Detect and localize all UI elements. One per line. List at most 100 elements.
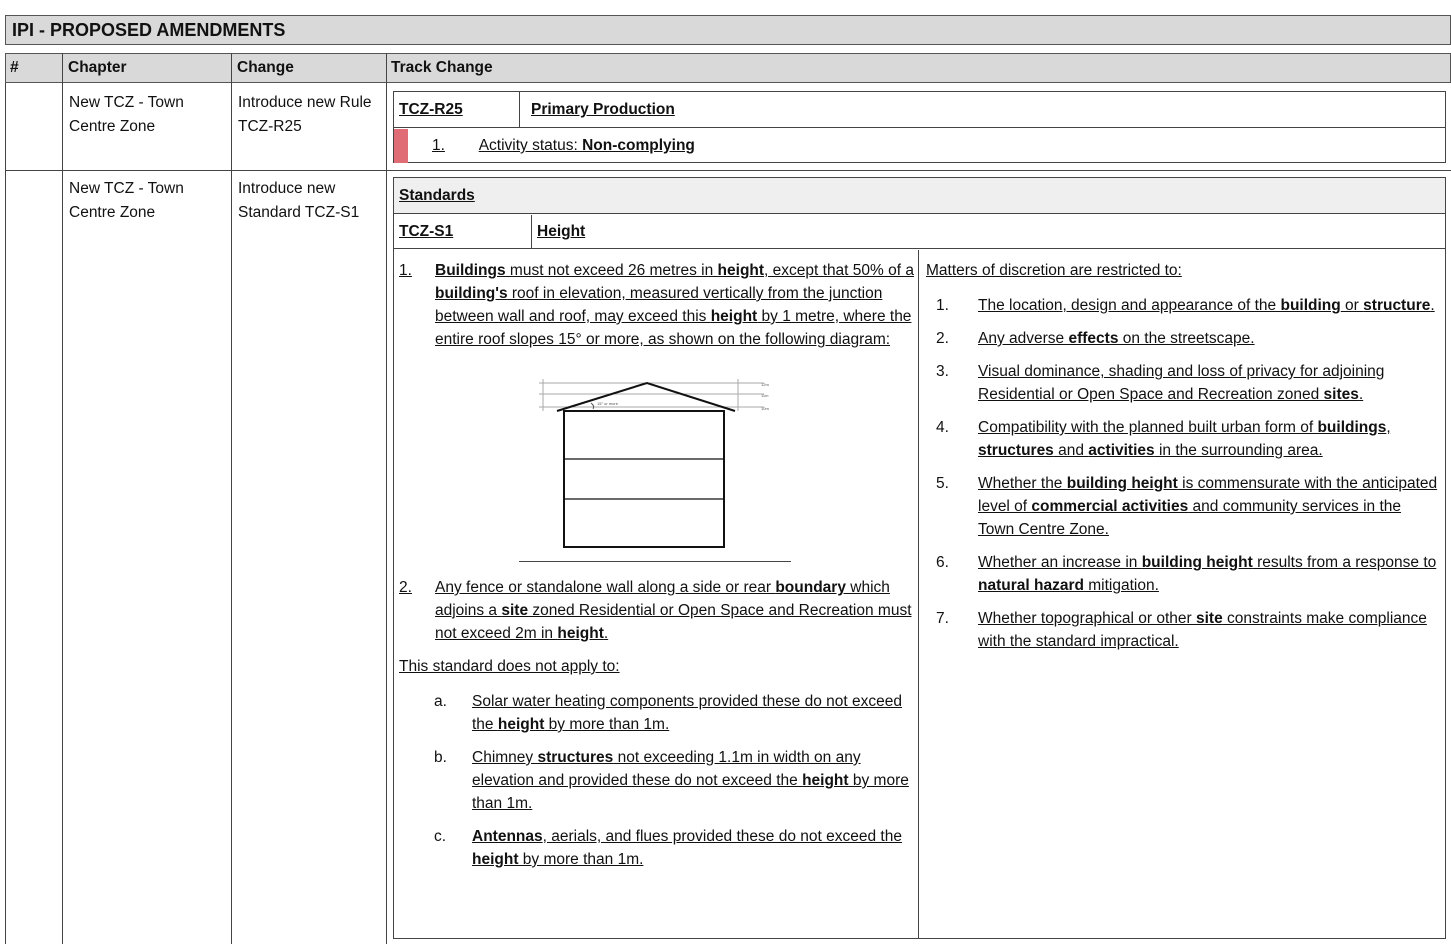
discretion-item-text: Visual dominance, shading and loss of pr… xyxy=(978,360,1441,406)
rule-item-1: 1. Buildings must not exceed 26 metres i… xyxy=(399,259,914,351)
status-value: Non-complying xyxy=(582,137,695,154)
document-title: IPI - PROPOSED AMENDMENTS xyxy=(5,15,1451,45)
discretion-4-run-3: commercial activities xyxy=(1031,498,1189,515)
discretion-0-run-2: or xyxy=(1340,297,1364,314)
discretion-3-run-2: , xyxy=(1386,419,1391,436)
right-column: Matters of discretion are restricted to:… xyxy=(926,259,1441,663)
discretion-item-text: The location, design and appearance of t… xyxy=(978,294,1435,317)
discretion-item: 3. Visual dominance, shading and loss of … xyxy=(936,360,1441,406)
building-outline xyxy=(563,410,725,548)
discretion-intro: Matters of discretion are restricted to: xyxy=(926,262,1182,279)
discretion-item: 1. The location, design and appearance of… xyxy=(936,294,1441,317)
discretion-item-number: 4. xyxy=(936,419,949,436)
height-diagram: 15° or more 12m 11m 10m xyxy=(519,361,791,562)
item-2-run-1: boundary xyxy=(775,579,846,596)
discretion-3-run-3: structures xyxy=(978,442,1054,459)
exempt-intro: This standard does not apply to: xyxy=(399,658,620,675)
discretion-item-text: Whether the building height is commensur… xyxy=(978,472,1441,541)
label-12m: 12m xyxy=(761,382,769,387)
row2-chapter: New TCZ - Town Centre Zone xyxy=(69,180,184,221)
height-diagram-svg: 15° or more 12m 11m 10m xyxy=(539,379,769,548)
item-1-run-3: , except that 50% of a xyxy=(764,262,914,279)
discretion-item-text: Any adverse effects on the streetscape. xyxy=(978,327,1255,350)
exempt-0-run-2: by more than 1m. xyxy=(544,716,670,733)
slope-label: 15° or more xyxy=(597,401,619,406)
discretion-item: 7. Whether topographical or other site co… xyxy=(936,607,1441,653)
header-num: # xyxy=(10,59,19,76)
item-2-run-0: Any fence or standalone wall along a sid… xyxy=(435,579,776,596)
rule-name: Primary Production xyxy=(531,101,675,118)
col-divider-1 xyxy=(62,53,63,944)
left-column: 1. Buildings must not exceed 26 metres i… xyxy=(399,259,914,881)
discretion-2-run-1: sites xyxy=(1323,386,1359,403)
exempt-list: a. Solar water heating components provide… xyxy=(399,690,914,871)
item-2-number: 2. xyxy=(399,579,412,596)
activity-status: 1. Activity status: Non-complying xyxy=(432,137,695,155)
discretion-item-number: 1. xyxy=(936,297,949,314)
col-divider-2 xyxy=(231,53,232,944)
discretion-item-number: 7. xyxy=(936,610,949,627)
discretion-6-run-0: Whether topographical or other xyxy=(978,610,1196,627)
discretion-1-run-1: effects xyxy=(1068,330,1119,347)
table-header: # Chapter Change Track Change xyxy=(5,53,1451,83)
label-11m: 11m xyxy=(761,393,769,398)
header-chapter: Chapter xyxy=(68,59,127,76)
code-col-divider xyxy=(531,215,532,249)
exempt-1-run-1: structures xyxy=(537,749,614,766)
rule-col-divider xyxy=(519,92,520,128)
discretion-1-run-2: on the streetscape. xyxy=(1118,330,1255,347)
exempt-1-run-3: height xyxy=(802,772,849,789)
discretion-3-run-0: Compatibility with the planned built urb… xyxy=(978,419,1318,436)
item-2-text: Any fence or standalone wall along a sid… xyxy=(435,576,914,645)
exempt-2-run-2: height xyxy=(472,851,519,868)
rule-item-2: 2. Any fence or standalone wall along a … xyxy=(399,576,914,645)
standard-name: Height xyxy=(537,223,586,240)
discretion-item-text: Compatibility with the planned built urb… xyxy=(978,416,1441,462)
change-marker xyxy=(394,129,408,163)
exempt-2-run-1: , aerials, and flues provided these do n… xyxy=(542,828,902,845)
rule-code: TCZ-R25 xyxy=(399,101,463,118)
rule-table: TCZ-R25 Primary Production 1. Activity s… xyxy=(393,91,1446,163)
discretion-item-text: Whether an increase in building height r… xyxy=(978,551,1441,597)
discretion-0-run-1: building xyxy=(1280,297,1341,314)
discretion-item-number: 3. xyxy=(936,363,949,380)
item-1-run-6: height xyxy=(710,308,758,325)
discretion-5-run-2: results from a response to xyxy=(1252,554,1437,571)
item-1-run-0: Buildings xyxy=(435,262,506,279)
row2-change: Introduce new Standard TCZ-S1 xyxy=(238,180,360,221)
exempt-1-run-0: Chimney xyxy=(472,749,538,766)
table-border-left xyxy=(5,83,6,944)
discretion-5-run-3: natural hazard xyxy=(978,577,1084,594)
discretion-3-run-4: and xyxy=(1053,442,1089,459)
item-1-text: Buildings must not exceed 26 metres in h… xyxy=(435,259,914,351)
slope-arc xyxy=(590,402,595,410)
exempt-item-text: Antennas, aerials, and flues provided th… xyxy=(472,825,914,871)
exempt-item-number: a. xyxy=(434,693,447,710)
discretion-4-run-0: Whether the xyxy=(978,475,1067,492)
row1-change: Introduce new Rule TCZ-R25 xyxy=(238,94,372,135)
discretion-item-number: 2. xyxy=(936,330,949,347)
discretion-1-run-0: Any adverse xyxy=(978,330,1069,347)
header-change: Change xyxy=(237,59,294,76)
discretion-4-run-1: building height xyxy=(1066,475,1178,492)
discretion-0-run-3: structure xyxy=(1363,297,1431,314)
exempt-item-text: Solar water heating components provided … xyxy=(472,690,914,736)
exempt-item-number: b. xyxy=(434,749,447,766)
discretion-item: 5. Whether the building height is commens… xyxy=(936,472,1441,541)
item-2-run-3: site xyxy=(501,602,529,619)
discretion-5-run-1: building height xyxy=(1141,554,1253,571)
exempt-item-text: Chimney structures not exceeding 1.1m in… xyxy=(472,746,914,815)
item-2-run-6: . xyxy=(603,625,609,642)
discretion-item: 2. Any adverse effects on the streetscape… xyxy=(936,327,1441,350)
discretion-5-run-0: Whether an increase in xyxy=(978,554,1142,571)
status-label: Activity status: xyxy=(478,137,583,154)
standard-code: TCZ-S1 xyxy=(399,223,454,240)
discretion-item: 4. Compatibility with the planned built u… xyxy=(936,416,1441,462)
discretion-item: 6. Whether an increase in building height… xyxy=(936,551,1441,597)
discretion-item-text: Whether topographical or other site cons… xyxy=(978,607,1441,653)
discretion-list: 1. The location, design and appearance of… xyxy=(926,294,1441,653)
label-10m: 10m xyxy=(761,406,769,411)
item-1-run-4: building's xyxy=(435,285,508,302)
status-number: 1. xyxy=(432,137,445,154)
exempt-0-run-1: height xyxy=(497,716,545,733)
